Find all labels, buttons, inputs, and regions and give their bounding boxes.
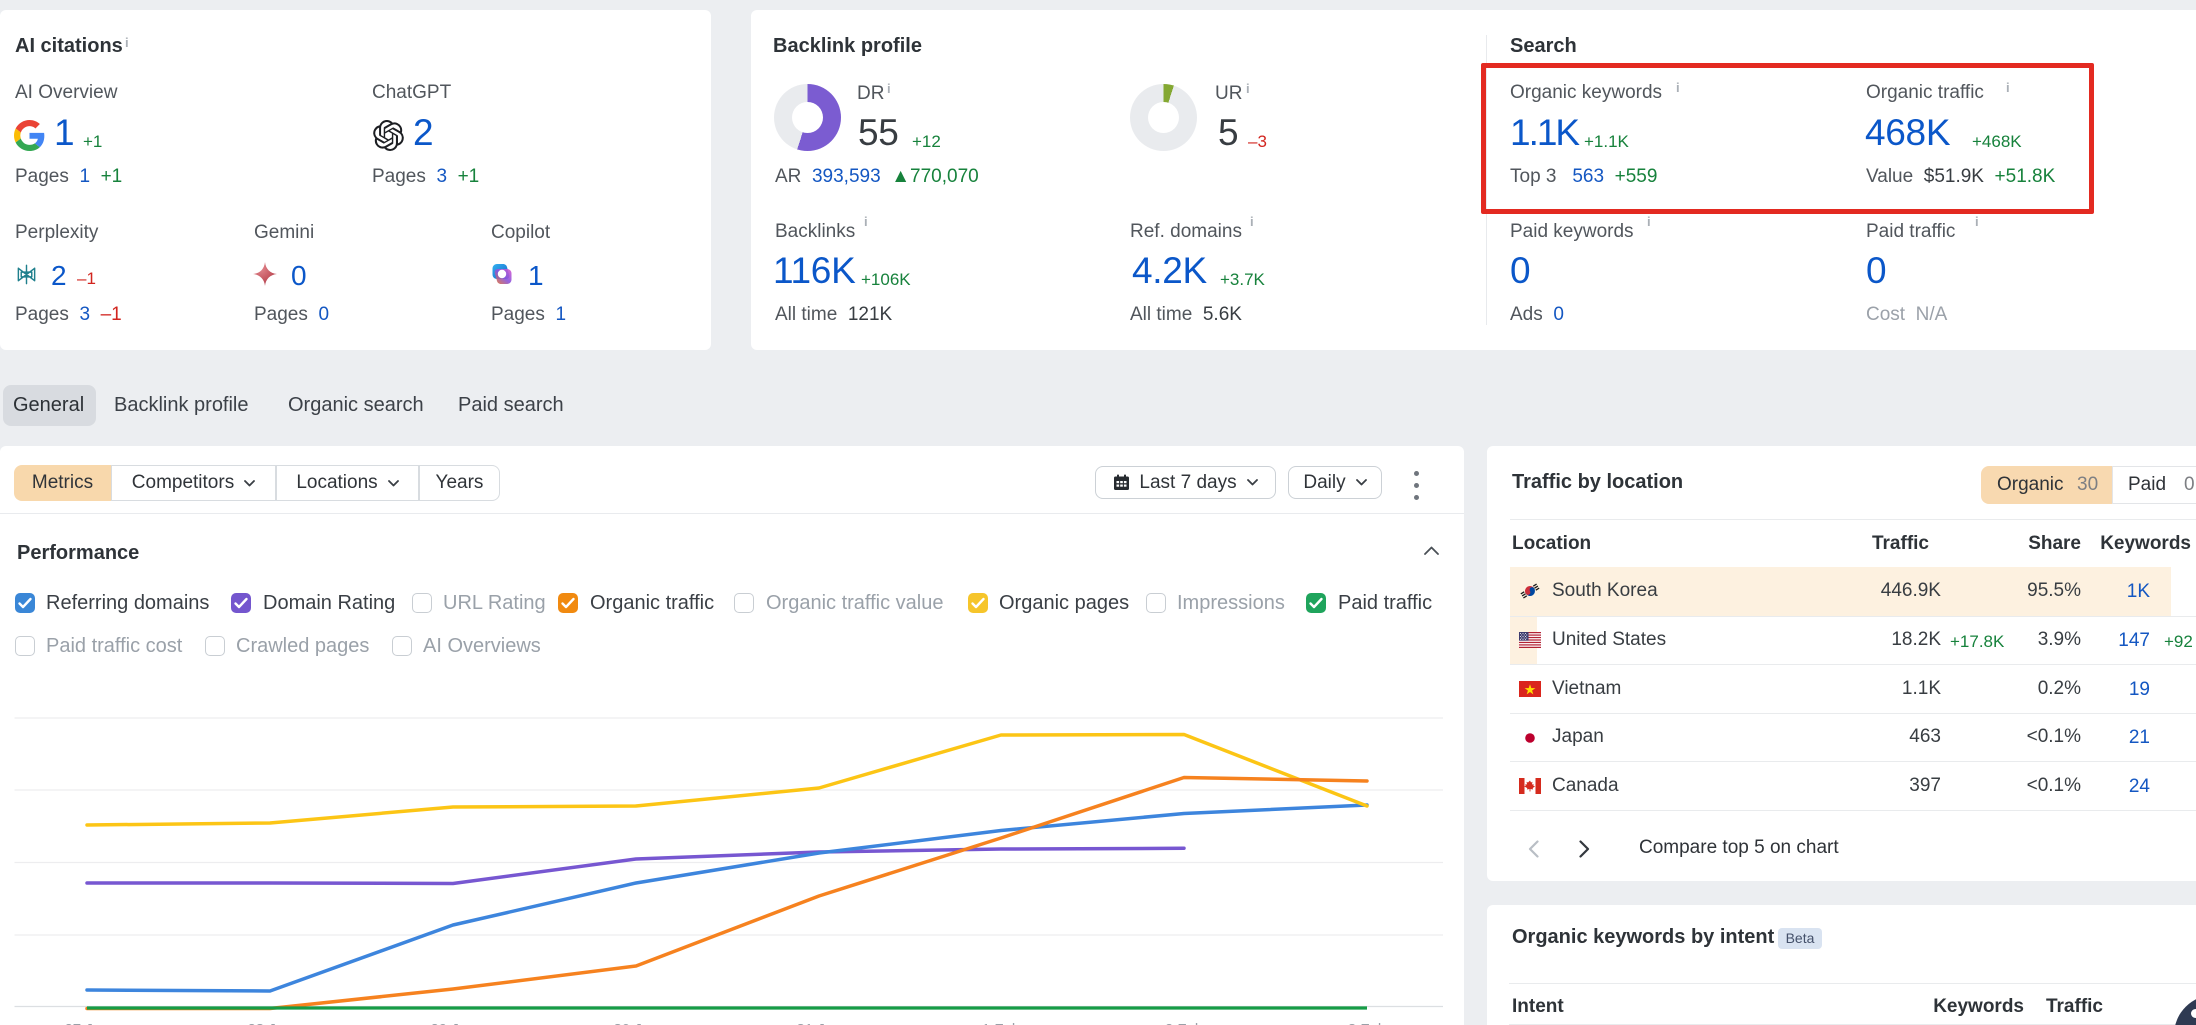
svg-text:27 Jan: 27 Jan [64,1021,109,1025]
svg-text:30 Jan: 30 Jan [613,1021,658,1025]
svg-text:28 Jan: 28 Jan [247,1021,292,1025]
svg-text:2 Feb: 2 Feb [1165,1021,1203,1025]
svg-text:1 Feb: 1 Feb [982,1021,1020,1025]
svg-text:29 Jan: 29 Jan [430,1021,475,1025]
svg-text:31 Jan: 31 Jan [796,1021,841,1025]
svg-text:3 Feb: 3 Feb [1348,1021,1386,1025]
